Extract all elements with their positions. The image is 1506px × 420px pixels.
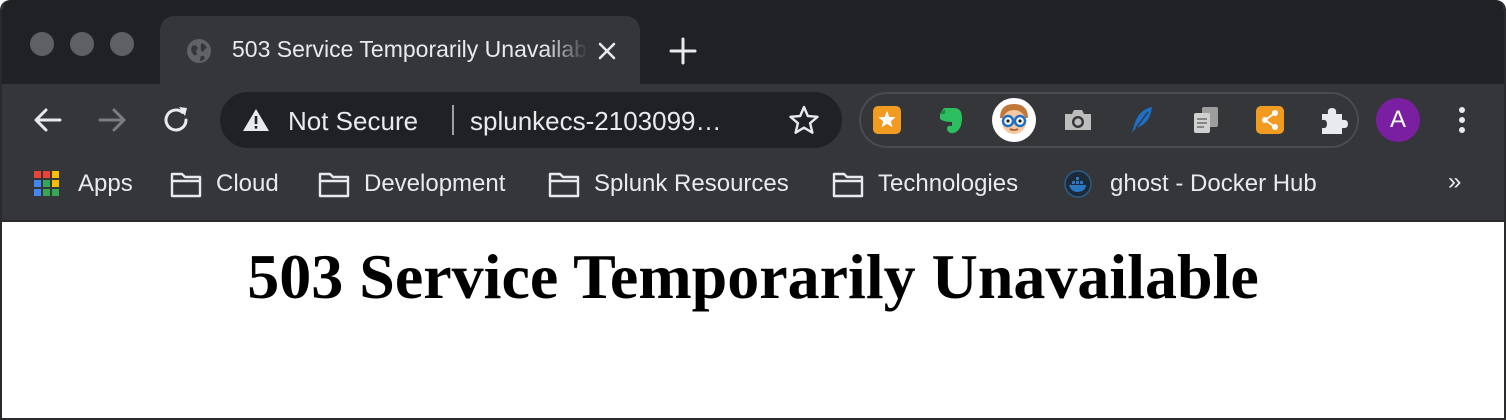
browser-window: 503 Service Temporarily Unavailable Not … — [0, 0, 1506, 420]
tab-strip: 503 Service Temporarily Unavailable — [2, 0, 1504, 84]
mascot-face-icon — [1000, 104, 1028, 134]
address-divider — [452, 105, 454, 135]
new-tab-icon[interactable] — [668, 36, 698, 66]
apps-grid-icon — [34, 171, 59, 196]
copy-pages-extension-icon[interactable] — [1188, 102, 1224, 138]
more-menu-icon[interactable] — [1448, 104, 1476, 136]
bookmark-label: Splunk Resources — [594, 170, 789, 197]
bookmark-star-icon[interactable] — [788, 104, 820, 136]
bookmark-label: Apps — [78, 170, 133, 197]
bookmark-label: Cloud — [216, 170, 279, 197]
profile-avatar[interactable]: A — [1376, 98, 1420, 142]
close-tab-icon[interactable] — [594, 38, 620, 64]
warning-icon[interactable] — [242, 107, 270, 133]
folder-icon — [318, 172, 350, 198]
bookmark-folder-technologies[interactable]: Technologies — [832, 168, 1018, 200]
folder-icon — [548, 172, 580, 198]
bookmarks-overflow-chevron[interactable]: » — [1448, 168, 1461, 196]
tab-title: 503 Service Temporarily Unavailable — [232, 36, 588, 62]
bookmark-label: Technologies — [878, 170, 1019, 197]
bookmark-folder-cloud[interactable]: Cloud — [170, 168, 279, 200]
bookmark-label: ghost - Docker Hub — [1110, 170, 1317, 197]
camera-extension-icon[interactable] — [1060, 102, 1096, 138]
globe-icon — [187, 39, 211, 63]
bookmark-star-extension-icon[interactable] — [869, 102, 905, 138]
evernote-extension-icon[interactable] — [932, 102, 968, 138]
bookmark-folder-development[interactable]: Development — [318, 168, 505, 200]
minimize-window-button[interactable] — [70, 32, 94, 56]
folder-icon — [832, 172, 864, 198]
bookmarks-bar: Apps Cloud Development Splunk Resources — [2, 156, 1504, 222]
folder-icon — [170, 172, 202, 198]
page-content: 503 Service Temporarily Unavailable — [2, 222, 1504, 418]
maximize-window-button[interactable] — [110, 32, 134, 56]
security-status-label[interactable]: Not Secure — [288, 106, 418, 137]
docker-icon — [1064, 170, 1092, 198]
toolbar: Not Secure splunkecs-2103099… A — [2, 84, 1504, 156]
address-bar[interactable]: Not Secure splunkecs-2103099… — [220, 92, 842, 148]
close-window-button[interactable] — [30, 32, 54, 56]
share-nodes-extension-icon[interactable] — [1252, 102, 1288, 138]
mascot-face-extension-icon[interactable] — [992, 98, 1036, 142]
active-tab[interactable]: 503 Service Temporarily Unavailable — [160, 16, 640, 84]
page-heading: 503 Service Temporarily Unavailable — [247, 241, 1259, 312]
bookmark-folder-splunk-resources[interactable]: Splunk Resources — [548, 168, 789, 200]
url-text[interactable]: splunkecs-2103099… — [470, 106, 770, 137]
puzzle-extensions-icon[interactable] — [1316, 102, 1352, 138]
bookmark-label: Development — [364, 170, 506, 197]
reload-icon[interactable] — [160, 104, 192, 136]
bookmark-apps[interactable]: Apps — [32, 168, 133, 200]
back-icon[interactable] — [32, 104, 64, 136]
forward-icon[interactable] — [96, 104, 128, 136]
bookmark-ghost-docker-hub[interactable]: ghost - Docker Hub — [1062, 168, 1317, 200]
feather-extension-icon[interactable] — [1124, 102, 1160, 138]
